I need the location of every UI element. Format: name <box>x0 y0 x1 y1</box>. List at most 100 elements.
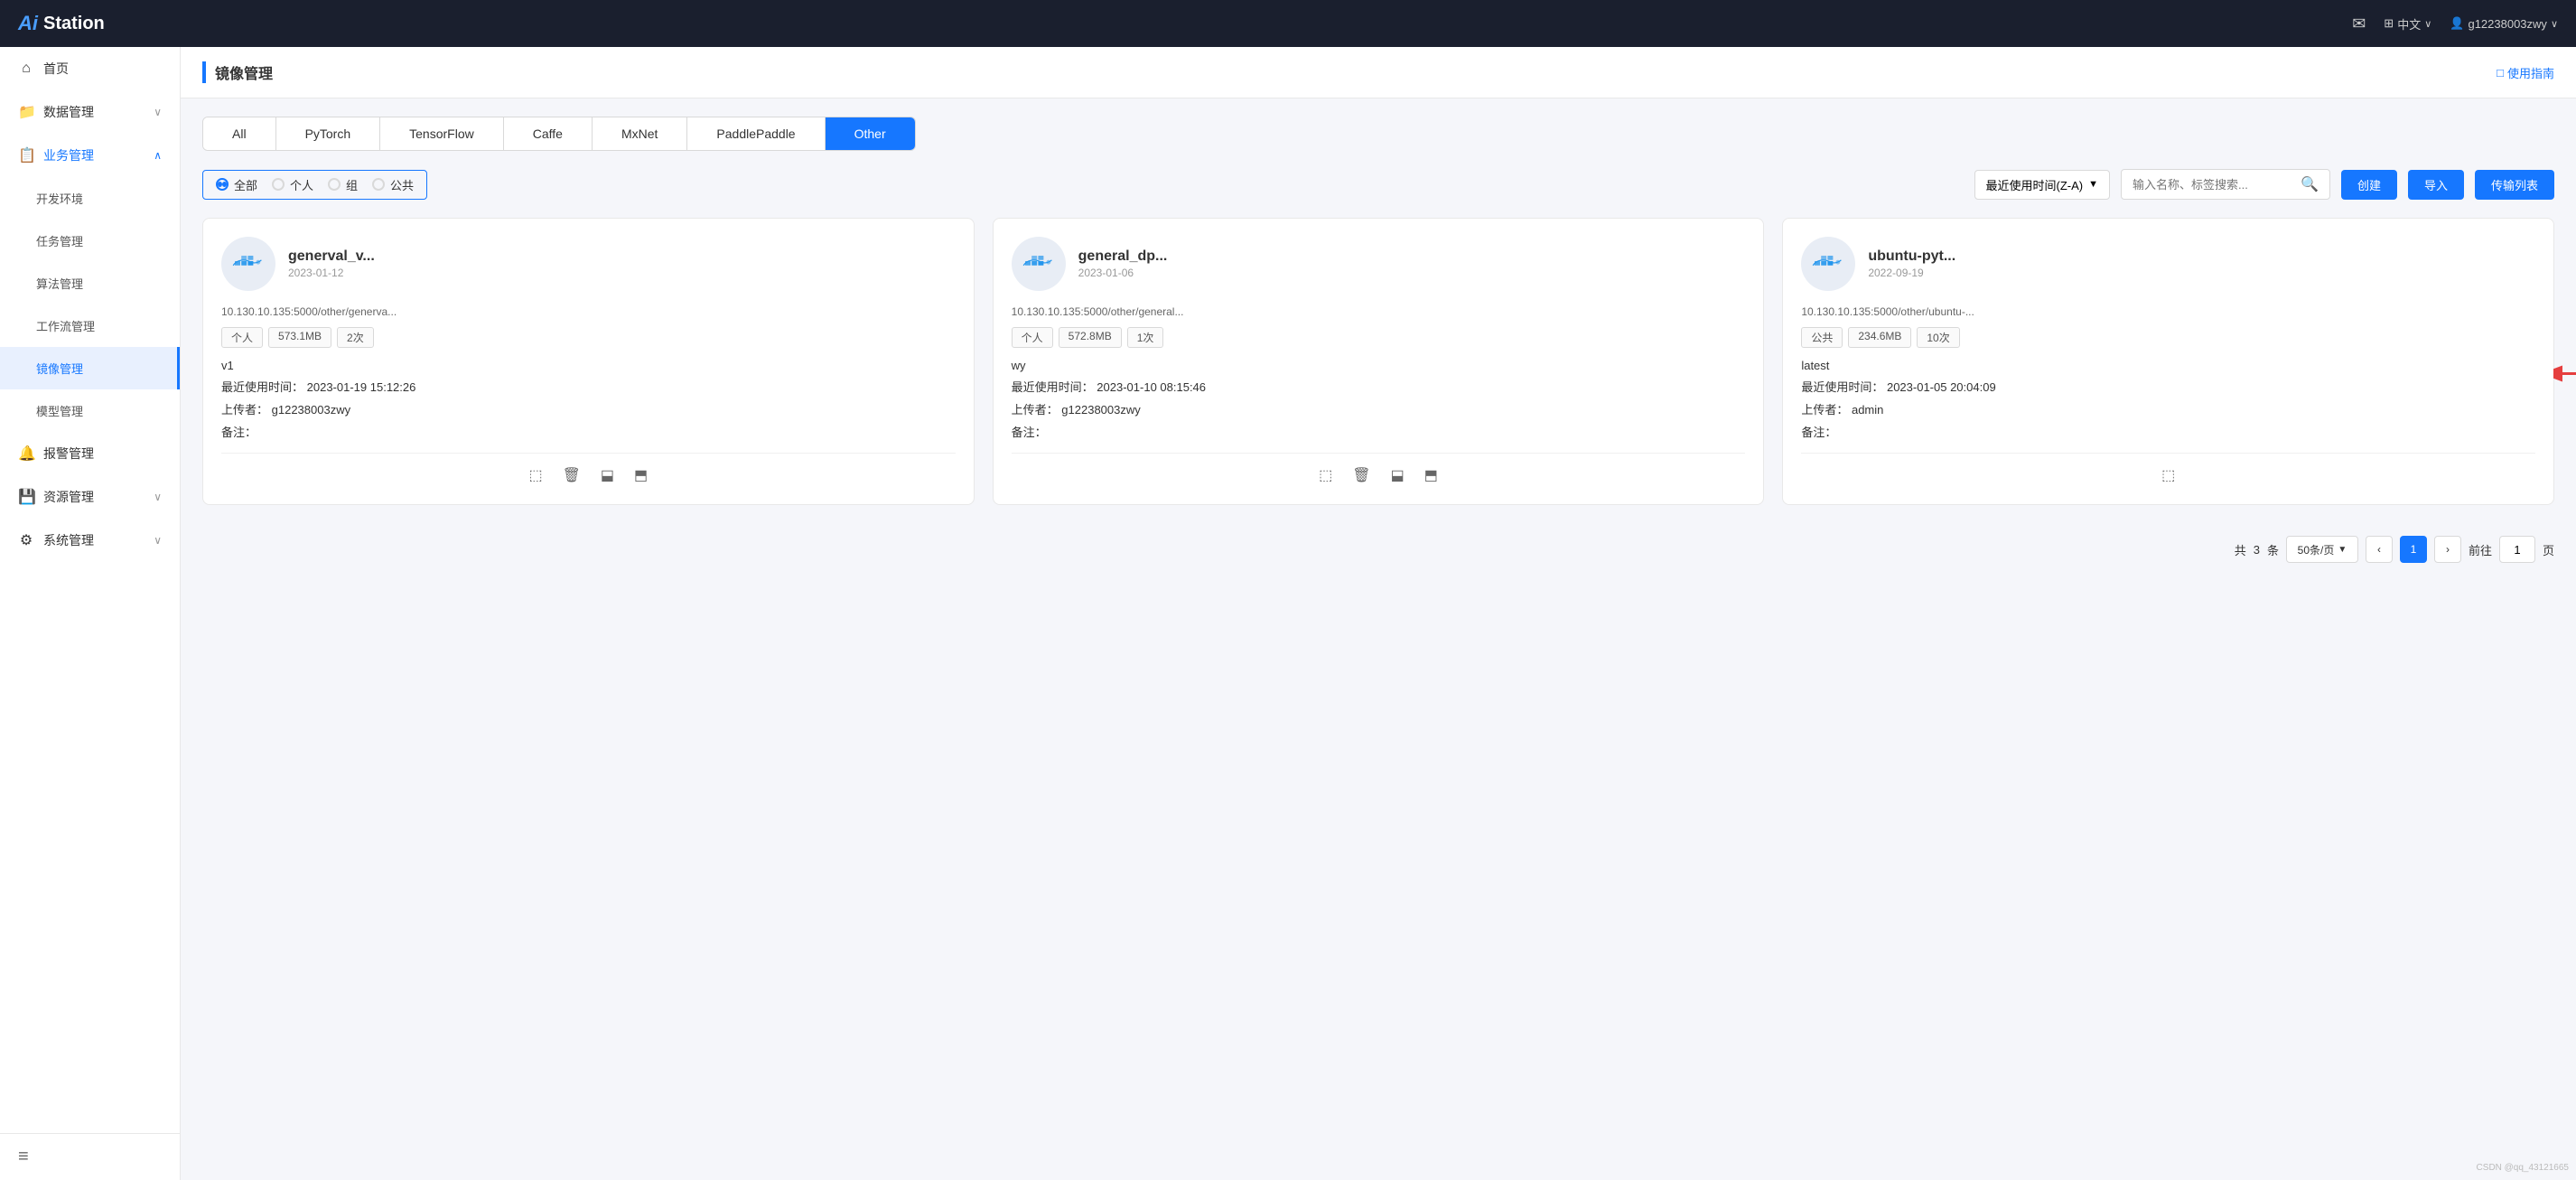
card1-header: generval_v... 2023-01-12 <box>221 237 956 291</box>
radio-public[interactable]: 公共 <box>372 176 414 193</box>
language-chevron: ∨ <box>2424 18 2431 30</box>
filter-tab-tensorflow[interactable]: TensorFlow <box>380 117 504 150</box>
search-icon[interactable]: 🔍 <box>2301 175 2319 193</box>
card2-export-button[interactable]: ⬚ <box>1315 464 1336 486</box>
main-layout: ⌂ 首页 📁 数据管理 ∨ 📋 业务管理 ∧ 开发环境 任务管理 算法管理 工作… <box>0 47 2576 1180</box>
card2-tag-0: 个人 <box>1012 327 1053 348</box>
sort-select[interactable]: 最近使用时间(Z-A) ▼ <box>1974 170 2111 200</box>
filter-tab-paddlepaddle[interactable]: PaddlePaddle <box>687 117 825 150</box>
card1-last-used-value: 2023-01-19 15:12:26 <box>307 380 416 394</box>
import-button[interactable]: 导入 <box>2408 170 2464 200</box>
filter-tab-pytorch[interactable]: PyTorch <box>276 117 381 150</box>
card1-note: 备注： <box>221 423 956 440</box>
sidebar-label-report-mgmt: 报警管理 <box>43 445 94 463</box>
watermark: CSDN @qq_43121665 <box>2477 1163 2569 1173</box>
image-card-2: general_dp... 2023-01-06 10.130.10.135:5… <box>993 218 1765 505</box>
sort-chevron: ▼ <box>2088 179 2098 190</box>
goto-unit: 页 <box>2543 541 2554 558</box>
page-1-label: 1 <box>2411 543 2417 556</box>
filter-tab-mxnet[interactable]: MxNet <box>593 117 687 150</box>
translate-button[interactable]: ⊞ 中文 ∨ <box>2384 15 2431 33</box>
docker-icon-2 <box>1022 250 1056 277</box>
card3-last-used-value: 2023-01-05 20:04:09 <box>1887 380 1996 394</box>
image-card-1: generval_v... 2023-01-12 10.130.10.135:5… <box>202 218 975 505</box>
user-chevron: ∨ <box>2551 18 2558 30</box>
sidebar-label-business-mgmt: 业务管理 <box>43 146 94 164</box>
card1-version: v1 <box>221 359 956 372</box>
card2-pull-button[interactable]: ⬓ <box>1387 464 1408 486</box>
card1-export-button[interactable]: ⬚ <box>525 464 546 486</box>
sidebar-item-data-mgmt[interactable]: 📁 数据管理 ∨ <box>0 90 180 134</box>
radio-all-circle <box>216 178 229 191</box>
next-page-button[interactable]: › <box>2434 536 2461 563</box>
arrow-annotation <box>2553 346 2576 405</box>
card1-note-label: 备注： <box>221 426 257 439</box>
card1-date: 2023-01-12 <box>288 267 375 279</box>
sys-mgmt-chevron: ∨ <box>154 534 162 547</box>
total-label: 共 <box>2235 541 2246 558</box>
sidebar-item-task-mgmt[interactable]: 任务管理 <box>0 220 180 262</box>
page-1-button[interactable]: 1 <box>2400 536 2427 563</box>
radio-all[interactable]: 全部 <box>216 176 257 193</box>
sidebar-label-workflow-mgmt: 工作流管理 <box>36 317 95 334</box>
prev-page-button[interactable]: ‹ <box>2366 536 2393 563</box>
content-body: All PyTorch TensorFlow Caffe MxNet Paddl… <box>181 98 2576 590</box>
filter-tab-all[interactable]: All <box>203 117 276 150</box>
username-label: g12238003zwy <box>2468 17 2546 31</box>
search-input[interactable] <box>2133 178 2295 192</box>
card1-tag-0: 个人 <box>221 327 263 348</box>
user-button[interactable]: 👤 g12238003zwy ∨ <box>2450 16 2558 31</box>
card1-push-button[interactable]: ⬒ <box>630 464 651 486</box>
translate-icon: ⊞ <box>2384 16 2394 31</box>
card1-uploader-value: g12238003zwy <box>272 403 350 417</box>
sidebar-item-workflow-mgmt[interactable]: 工作流管理 <box>0 304 180 347</box>
resource-mgmt-icon: 💾 <box>18 488 34 506</box>
create-button[interactable]: 创建 <box>2341 170 2397 200</box>
home-icon: ⌂ <box>18 61 34 77</box>
sidebar-item-report-mgmt[interactable]: 🔔 报警管理 <box>0 432 180 475</box>
radio-group-opt[interactable]: 组 <box>328 176 358 193</box>
card1-delete-button[interactable]: 🗑 <box>559 464 584 486</box>
sidebar-label-image-mgmt: 镜像管理 <box>36 360 83 377</box>
sidebar-item-sys-mgmt[interactable]: ⚙ 系统管理 ∨ <box>0 519 180 562</box>
card2-push-button[interactable]: ⬒ <box>1421 464 1442 486</box>
sort-label: 最近使用时间(Z-A) <box>1986 176 2084 193</box>
sidebar-item-algo-mgmt[interactable]: 算法管理 <box>0 262 180 304</box>
goto-label: 前往 <box>2469 541 2492 558</box>
page-title: 镜像管理 <box>202 61 273 83</box>
content-area: 镜像管理 □ 使用指南 All PyTorch TensorFlow Caffe… <box>181 47 2576 1180</box>
card3-url: 10.130.10.135:5000/other/ubuntu-... <box>1801 305 2535 318</box>
card3-version: latest <box>1801 359 2535 372</box>
sidebar-item-model-mgmt[interactable]: 模型管理 <box>0 389 180 432</box>
docker-icon-3 <box>1811 250 1845 277</box>
card1-url: 10.130.10.135:5000/other/generva... <box>221 305 956 318</box>
card1-pull-button[interactable]: ⬓ <box>597 464 618 486</box>
card2-version: wy <box>1012 359 1746 372</box>
per-page-select[interactable]: 50条/页 ▼ <box>2286 536 2358 563</box>
filter-tab-other[interactable]: Other <box>826 117 915 150</box>
card2-url: 10.130.10.135:5000/other/general... <box>1012 305 1746 318</box>
transfer-button[interactable]: 传输列表 <box>2475 170 2554 200</box>
card3-note: 备注： <box>1801 423 2535 440</box>
card3-export-button[interactable]: ⬚ <box>2158 464 2179 486</box>
per-page-label: 50条/页 <box>2298 542 2335 557</box>
sidebar-item-business-mgmt[interactable]: 📋 业务管理 ∧ <box>0 134 180 177</box>
card1-tag-2: 2次 <box>337 327 374 348</box>
email-icon[interactable]: ✉ <box>2352 14 2366 33</box>
goto-input[interactable] <box>2499 536 2535 563</box>
radio-personal[interactable]: 个人 <box>272 176 313 193</box>
card3-tag-2: 10次 <box>1917 327 1959 348</box>
page-header: 镜像管理 □ 使用指南 <box>181 47 2576 98</box>
sidebar-item-home[interactable]: ⌂ 首页 <box>0 47 180 90</box>
sidebar-item-dev-env[interactable]: 开发环境 <box>0 177 180 220</box>
sidebar-label-task-mgmt: 任务管理 <box>36 232 83 249</box>
sidebar-item-image-mgmt[interactable]: 镜像管理 <box>0 347 180 389</box>
data-mgmt-icon: 📁 <box>18 103 34 121</box>
card2-delete-button[interactable]: 🗑 <box>1349 464 1374 486</box>
help-link[interactable]: □ 使用指南 <box>2497 64 2554 81</box>
sidebar-collapse-icon[interactable]: ≡ <box>18 1147 29 1166</box>
sidebar-item-resource-mgmt[interactable]: 💾 资源管理 ∨ <box>0 475 180 519</box>
navbar: AiStation ✉ ⊞ 中文 ∨ 👤 g12238003zwy ∨ <box>0 0 2576 47</box>
filter-tab-caffe[interactable]: Caffe <box>504 117 593 150</box>
card3-uploader-value: admin <box>1852 403 1883 417</box>
